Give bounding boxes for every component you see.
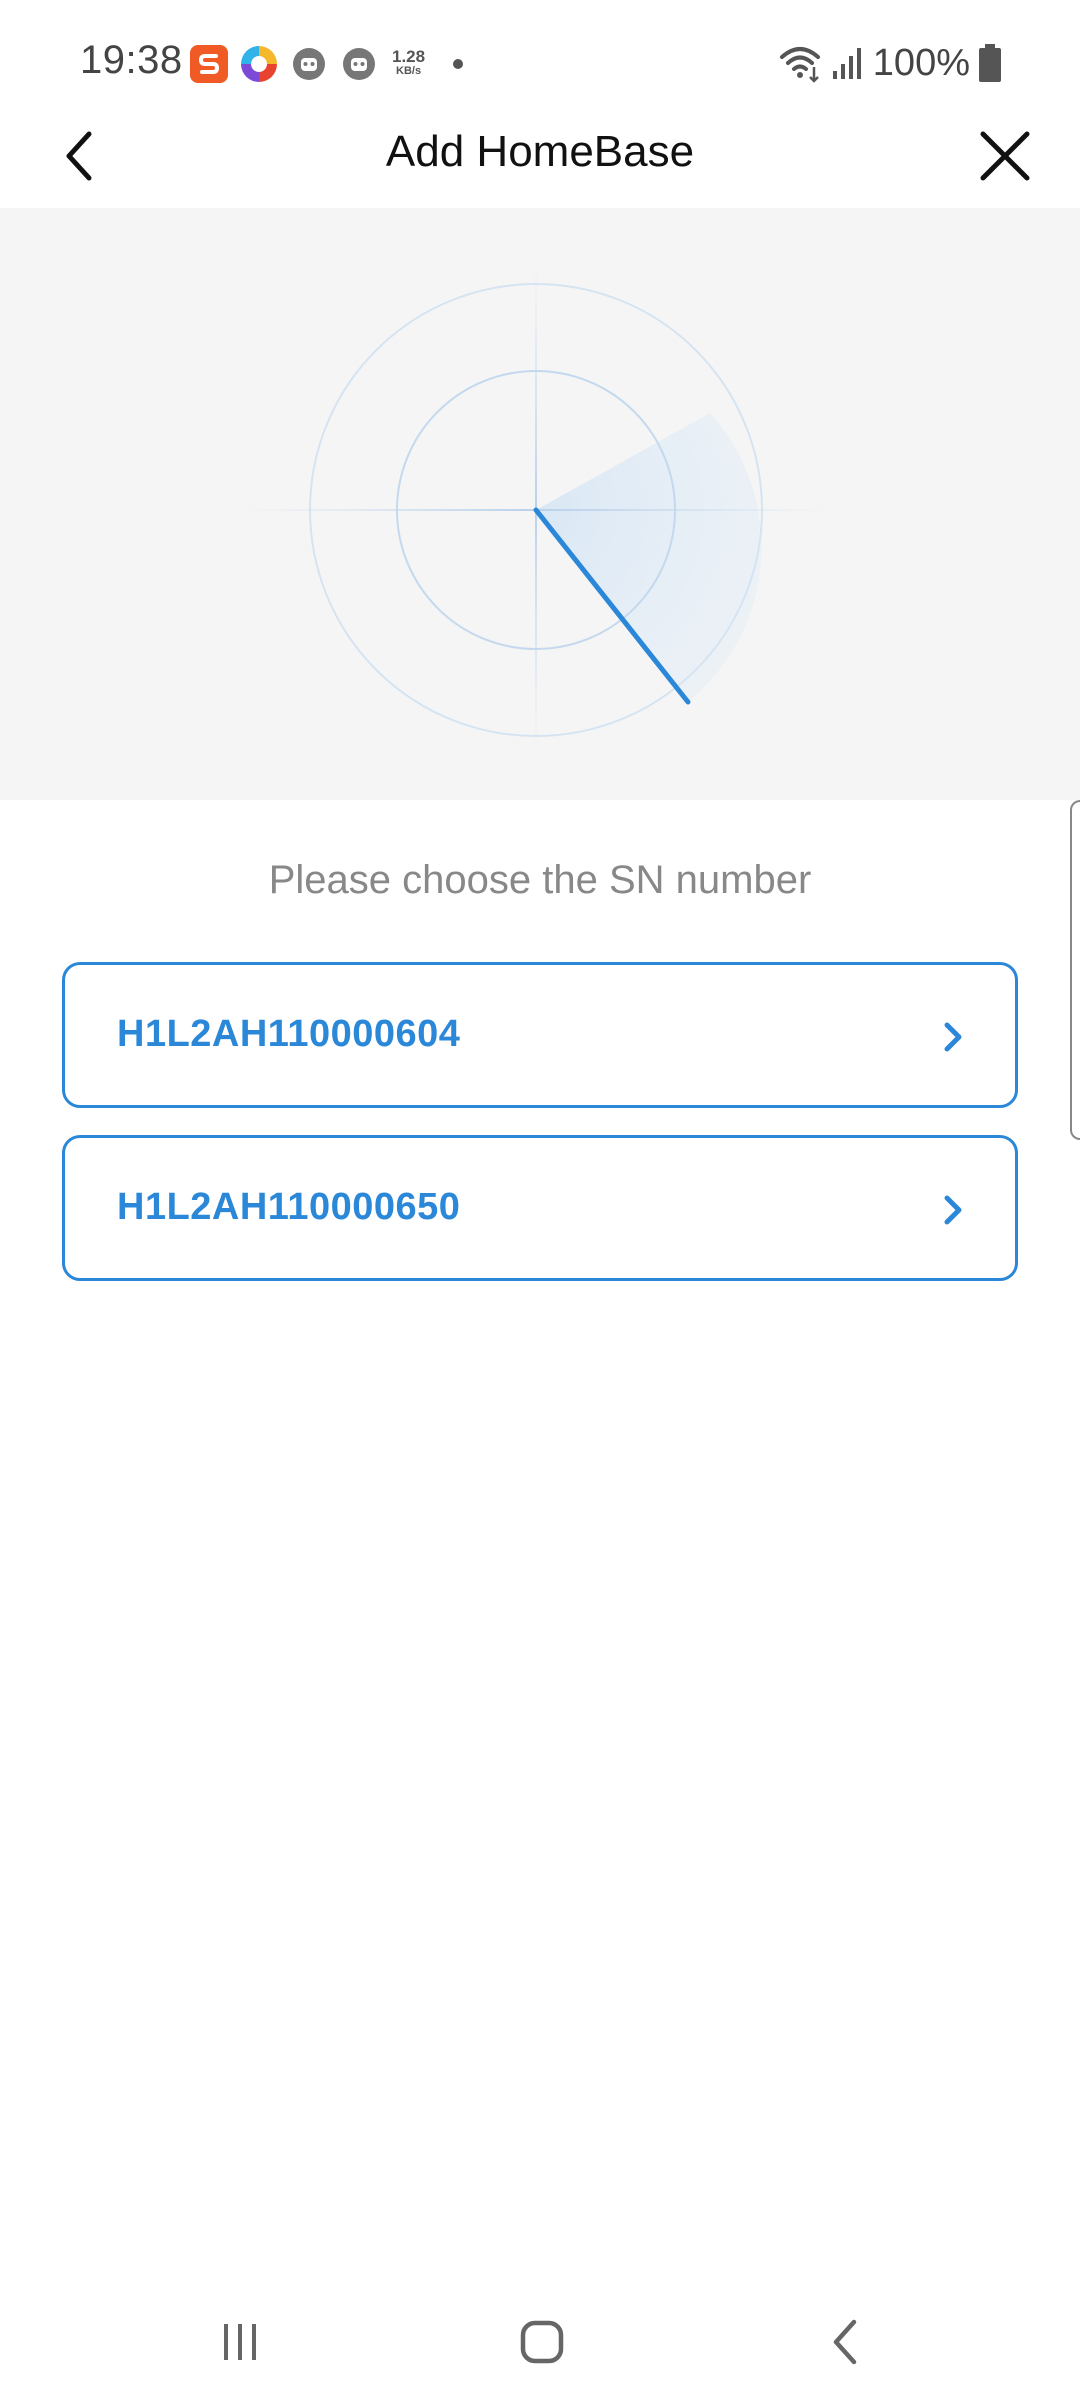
battery-percentage: 100% <box>872 41 970 84</box>
back-icon <box>833 2319 857 2365</box>
battery-icon <box>979 44 1001 82</box>
more-notifications-dot <box>453 59 464 69</box>
network-speed: 1.28 KB/s <box>392 47 426 79</box>
system-navigation-bar <box>0 2290 1080 2390</box>
sn-label: H1L2AH110000650 <box>117 1186 461 1228</box>
color-circle-icon <box>240 45 278 83</box>
radar-scan-illustration <box>0 208 1080 800</box>
recent-apps-icon <box>224 2324 256 2360</box>
signal-icon <box>832 48 861 79</box>
chevron-right-icon <box>944 1195 962 1225</box>
speed-value: 1.28 <box>392 47 426 66</box>
page-title: Add HomeBase <box>385 127 695 176</box>
home-button[interactable] <box>502 2310 582 2374</box>
radar-graphic <box>240 258 830 758</box>
sn-number-list: H1L2AH110000604 H1L2AH110000650 <box>62 962 1018 1308</box>
chevron-right-icon <box>944 1022 962 1052</box>
sn-option[interactable]: H1L2AH110000650 <box>62 1135 1018 1281</box>
sohu-icon <box>190 45 228 83</box>
app-header: Add HomeBase <box>0 105 1080 205</box>
bot-icon <box>340 45 378 83</box>
sn-label: H1L2AH110000604 <box>117 1013 461 1055</box>
notification-icons: 1.28 KB/s <box>190 44 464 84</box>
wifi-icon <box>779 47 820 83</box>
recent-apps-button[interactable] <box>200 2310 280 2374</box>
sn-option[interactable]: H1L2AH110000604 <box>62 962 1018 1108</box>
choose-sn-prompt: Please choose the SN number <box>268 858 812 902</box>
close-icon <box>980 131 1030 181</box>
status-time: 19:38 <box>80 38 183 82</box>
close-button[interactable] <box>970 121 1040 191</box>
home-icon <box>520 2320 564 2364</box>
system-icons: 100% <box>779 40 1002 86</box>
nav-back-button[interactable] <box>806 2310 886 2374</box>
scrollbar[interactable] <box>1070 800 1080 1140</box>
radar-sweep <box>536 413 762 702</box>
speed-unit: KB/s <box>396 65 422 77</box>
bot-icon <box>290 45 328 83</box>
